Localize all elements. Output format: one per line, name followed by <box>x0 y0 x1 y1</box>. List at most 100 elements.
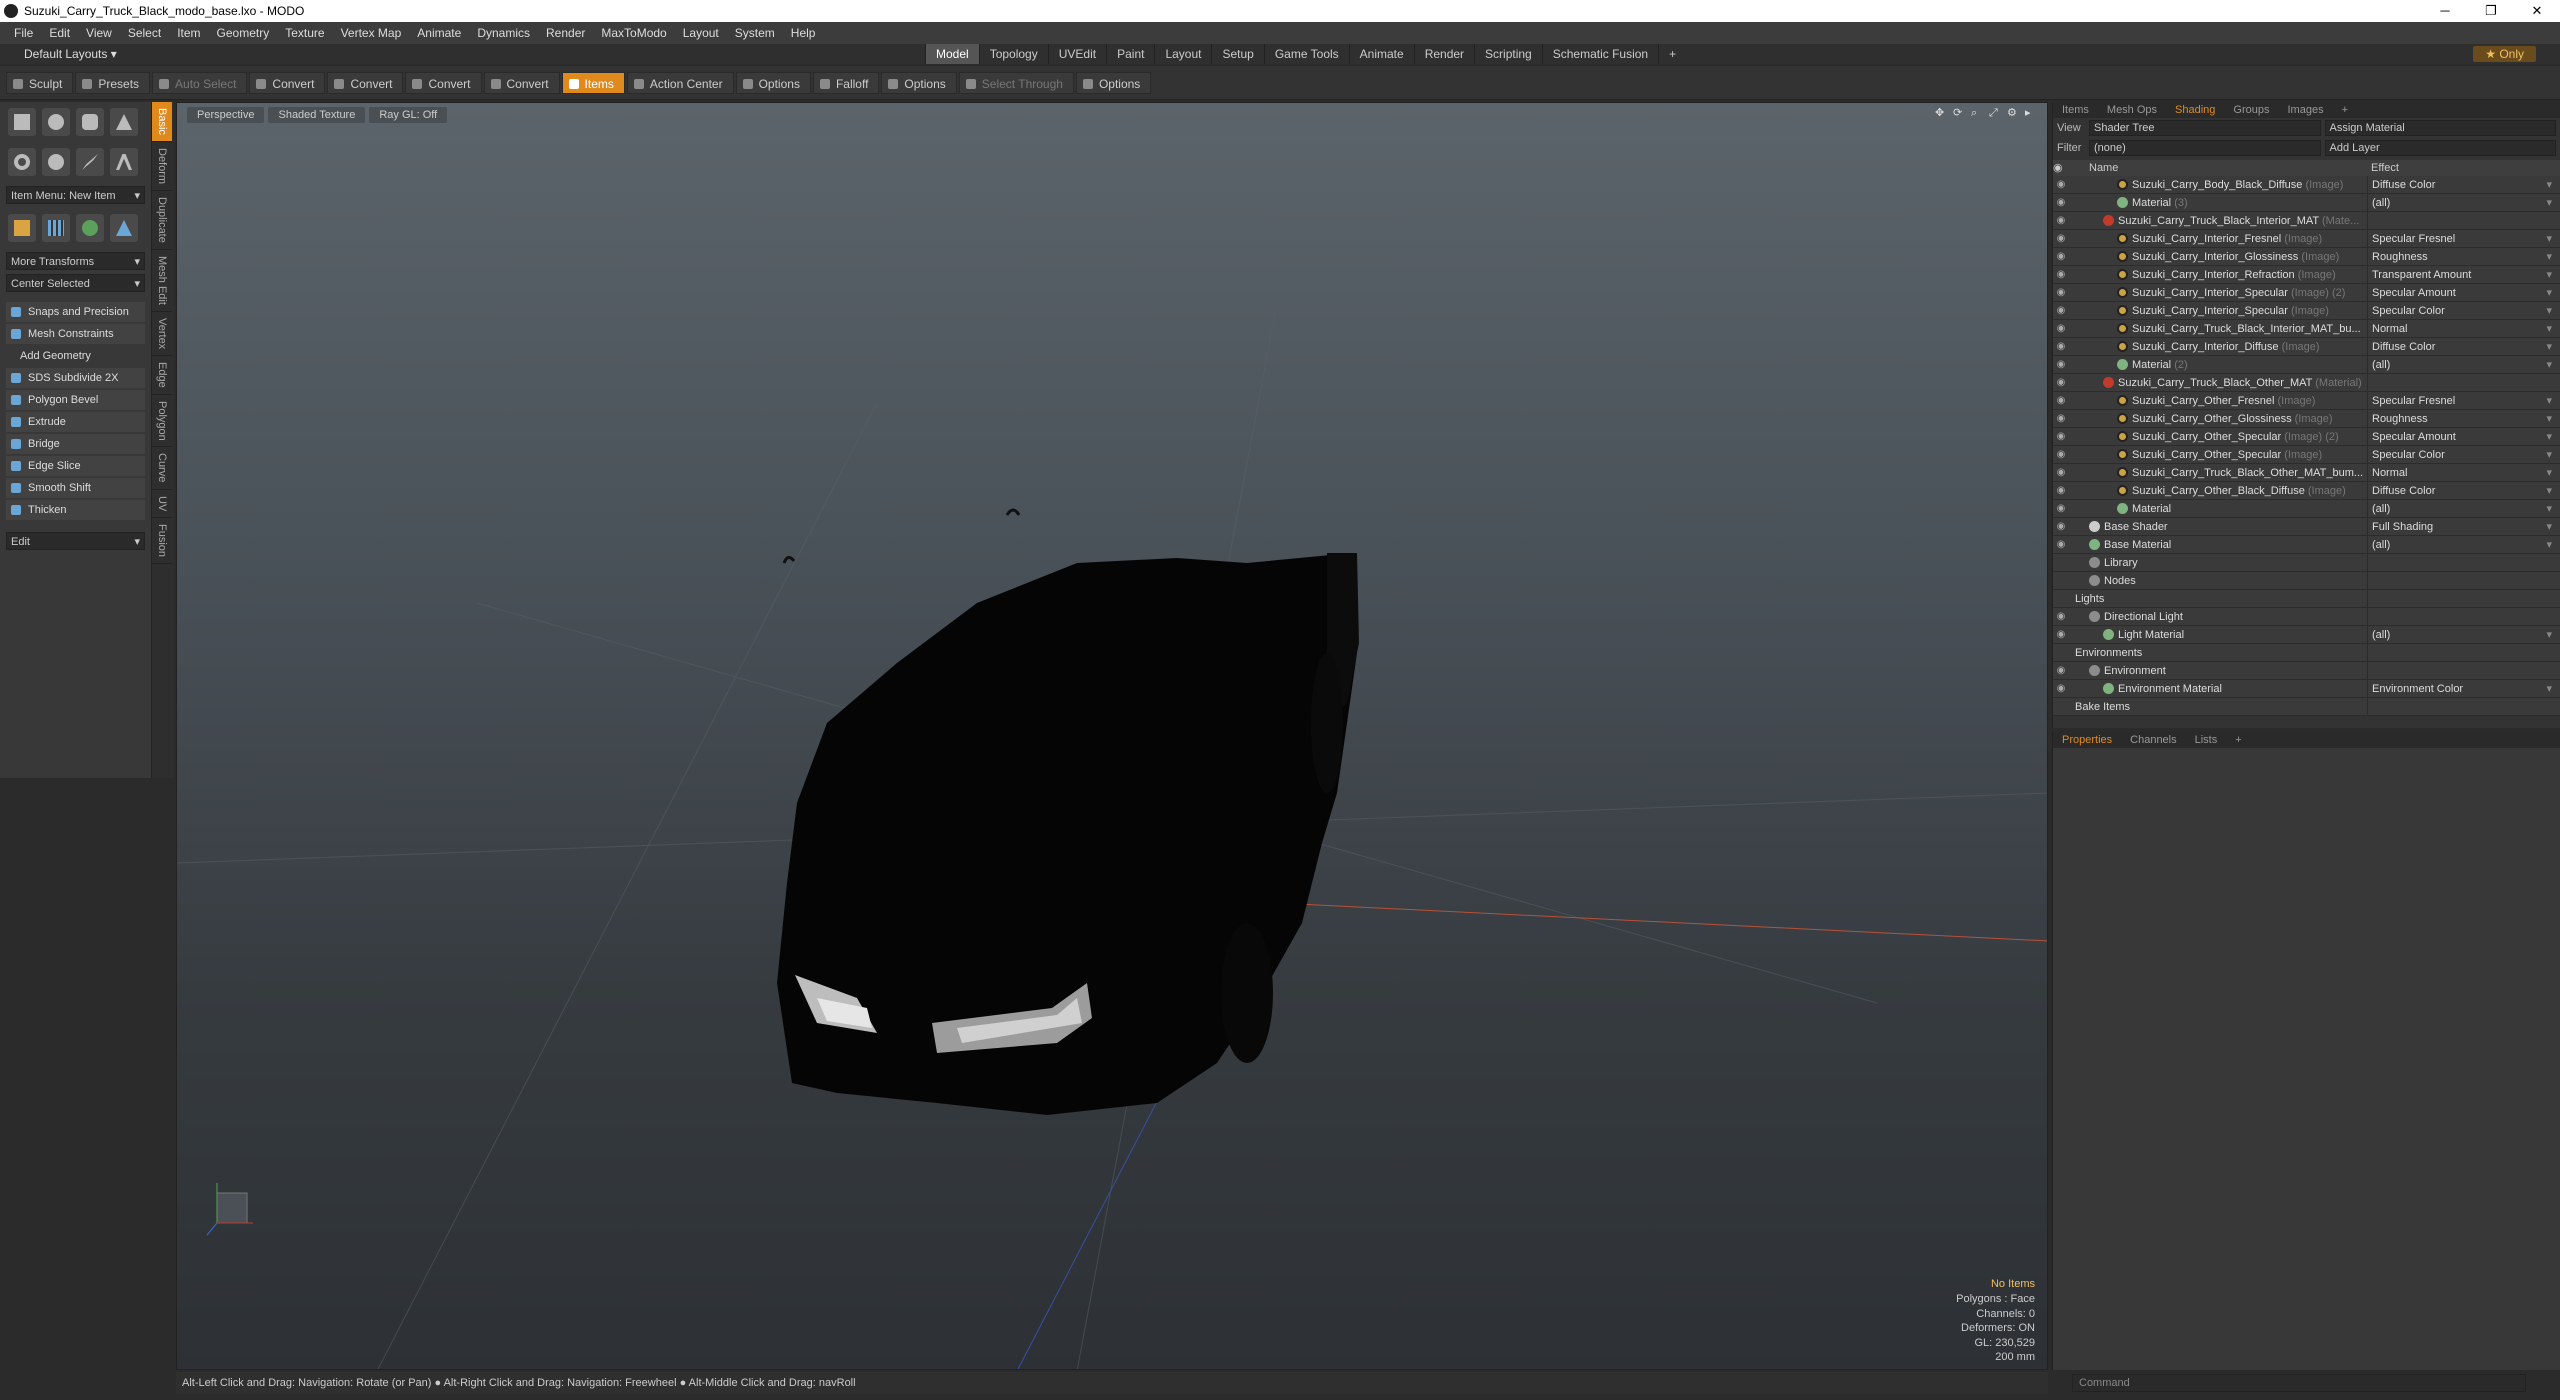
cylinder-icon[interactable] <box>76 108 104 136</box>
visibility-eye-icon[interactable]: ◉ <box>2053 608 2069 625</box>
action-center-button-8[interactable]: Action Center <box>626 71 734 94</box>
visibility-eye-icon[interactable] <box>2053 698 2069 715</box>
close-button[interactable]: ✕ <box>2514 0 2560 22</box>
convert-button-4[interactable]: Convert <box>327 71 404 94</box>
edge-slice-button[interactable]: Edge Slice <box>6 456 145 476</box>
bridge-button[interactable]: Bridge <box>6 434 145 454</box>
only-toggle[interactable]: ★ Only <box>2473 46 2536 62</box>
tree-row[interactable]: ◉ Suzuki_Carry_Interior_Specular (Image) … <box>2053 284 2560 302</box>
visibility-eye-icon[interactable]: ◉ <box>2053 230 2069 247</box>
visibility-eye-icon[interactable]: ◉ <box>2053 626 2069 643</box>
visibility-eye-icon[interactable] <box>2053 590 2069 607</box>
tree-row[interactable]: ◉ Suzuki_Carry_Truck_Black_Other_MAT (Mat… <box>2053 374 2560 392</box>
effect-dropdown[interactable]: Specular Color <box>2367 446 2560 464</box>
tree-row[interactable]: ◉ Suzuki_Carry_Interior_Diffuse (Image) Di… <box>2053 338 2560 356</box>
visibility-eye-icon[interactable] <box>2053 644 2069 661</box>
menu-layout[interactable]: Layout <box>675 26 727 40</box>
tab-render[interactable]: Render <box>1413 44 1474 64</box>
effect-dropdown[interactable]: Diffuse Color <box>2367 482 2560 500</box>
effect-dropdown[interactable]: (all) <box>2367 194 2560 212</box>
pen-icon[interactable] <box>76 148 104 176</box>
menu-texture[interactable]: Texture <box>277 26 332 40</box>
menu-render[interactable]: Render <box>538 26 593 40</box>
assign-material-button[interactable]: Assign Material <box>2324 120 2556 136</box>
tree-row[interactable]: ◉ Suzuki_Carry_Other_Glossiness (Image) Ro… <box>2053 410 2560 428</box>
convert-button-5[interactable]: Convert <box>405 71 482 94</box>
rtab-add[interactable]: + <box>2333 102 2357 118</box>
tab-game-tools[interactable]: Game Tools <box>1263 44 1349 64</box>
menu-dynamics[interactable]: Dynamics <box>469 26 538 40</box>
menu-maxtomodo[interactable]: MaxToModo <box>593 26 674 40</box>
menu-help[interactable]: Help <box>783 26 824 40</box>
vtab-curve[interactable]: Curve <box>152 447 172 490</box>
restore-button[interactable]: ❐ <box>2468 0 2514 22</box>
tree-row[interactable]: ◉ Suzuki_Carry_Other_Black_Diffuse (Image… <box>2053 482 2560 500</box>
tab-animate[interactable]: Animate <box>1348 44 1414 64</box>
globe-icon[interactable] <box>76 214 104 242</box>
edit-dropdown[interactable]: Edit <box>6 532 145 551</box>
effect-dropdown[interactable]: (all) <box>2367 356 2560 374</box>
ptab-add[interactable]: + <box>2226 732 2250 748</box>
menu-file[interactable]: File <box>6 26 41 40</box>
sculpt-button-0[interactable]: Sculpt <box>6 71 74 94</box>
vtab-edge[interactable]: Edge <box>152 356 172 395</box>
center-selected-dropdown[interactable]: Center Selected <box>6 274 145 293</box>
tree-row[interactable]: Lights <box>2053 590 2560 608</box>
effect-dropdown[interactable]: Normal <box>2367 320 2560 338</box>
filter-dropdown[interactable]: (none) <box>2089 140 2321 156</box>
tree-row[interactable]: Nodes <box>2053 572 2560 590</box>
visibility-eye-icon[interactable] <box>2053 554 2069 571</box>
menu-geometry[interactable]: Geometry <box>209 26 278 40</box>
visibility-eye-icon[interactable]: ◉ <box>2053 482 2069 499</box>
convert-button-3[interactable]: Convert <box>249 71 326 94</box>
tree-row[interactable]: ◉ Suzuki_Carry_Other_Specular (Image) Spec… <box>2053 446 2560 464</box>
effect-dropdown[interactable]: Specular Fresnel <box>2367 230 2560 248</box>
vtab-vertex[interactable]: Vertex <box>152 312 172 356</box>
tree-row[interactable]: Library <box>2053 554 2560 572</box>
menu-system[interactable]: System <box>727 26 783 40</box>
visibility-eye-icon[interactable]: ◉ <box>2053 338 2069 355</box>
polygon-bevel-button[interactable]: Polygon Bevel <box>6 390 145 410</box>
tree-row[interactable]: ◉ Material (2) (all) <box>2053 356 2560 374</box>
effect-dropdown[interactable]: (all) <box>2367 500 2560 518</box>
falloff-button-10[interactable]: Falloff <box>812 71 880 94</box>
smooth-shift-button[interactable]: Smooth Shift <box>6 478 145 498</box>
visibility-eye-icon[interactable]: ◉ <box>2053 536 2069 553</box>
options-button-9[interactable]: Options <box>735 71 811 94</box>
vtab-polygon[interactable]: Polygon <box>152 395 172 448</box>
visibility-eye-icon[interactable]: ◉ <box>2053 518 2069 535</box>
capsule-icon[interactable] <box>42 148 70 176</box>
tree-row[interactable]: Bake Items <box>2053 698 2560 716</box>
visibility-eye-icon[interactable]: ◉ <box>2053 356 2069 373</box>
ptab-channels[interactable]: Channels <box>2121 732 2185 748</box>
effect-dropdown[interactable]: (all) <box>2367 626 2560 644</box>
tree-row[interactable]: ◉ Suzuki_Carry_Interior_Refraction (Image… <box>2053 266 2560 284</box>
visibility-eye-icon[interactable]: ◉ <box>2053 212 2069 229</box>
cone-icon[interactable] <box>110 108 138 136</box>
tab-model[interactable]: Model <box>925 44 979 64</box>
rtab-groups[interactable]: Groups <box>2224 102 2278 118</box>
tab-setup[interactable]: Setup <box>1211 44 1263 64</box>
tree-row[interactable]: ◉ Suzuki_Carry_Other_Specular (Image) (2)… <box>2053 428 2560 446</box>
sds-subdivide-2x-button[interactable]: SDS Subdivide 2X <box>6 368 145 388</box>
items-button-7[interactable]: Items <box>561 71 625 94</box>
tree-row[interactable]: ◉ Suzuki_Carry_Interior_Specular (Image) S… <box>2053 302 2560 320</box>
tab-topology[interactable]: Topology <box>978 44 1048 64</box>
vtab-mesh-edit[interactable]: Mesh Edit <box>152 250 172 312</box>
locator-icon[interactable] <box>8 214 36 242</box>
visibility-eye-icon[interactable]: ◉ <box>2053 392 2069 409</box>
cube-icon[interactable] <box>8 108 36 136</box>
visibility-eye-icon[interactable]: ◉ <box>2053 662 2069 679</box>
select-through-button-12[interactable]: Select Through <box>958 71 1074 94</box>
effect-column-header[interactable]: Effect <box>2367 160 2560 176</box>
3d-viewport[interactable]: Perspective Shaded Texture Ray GL: Off ✥… <box>176 102 2048 1370</box>
more-transforms-dropdown[interactable]: More Transforms <box>6 252 145 271</box>
tree-row[interactable]: ◉ Directional Light <box>2053 608 2560 626</box>
effect-dropdown[interactable]: Transparent Amount <box>2367 266 2560 284</box>
name-column-header[interactable]: Name <box>2069 160 2367 176</box>
visibility-eye-icon[interactable]: ◉ <box>2053 266 2069 283</box>
ptab-properties[interactable]: Properties <box>2053 732 2121 748</box>
effect-dropdown[interactable]: Normal <box>2367 464 2560 482</box>
options-button-13[interactable]: Options <box>1075 71 1152 94</box>
effect-dropdown[interactable]: Specular Amount <box>2367 284 2560 302</box>
